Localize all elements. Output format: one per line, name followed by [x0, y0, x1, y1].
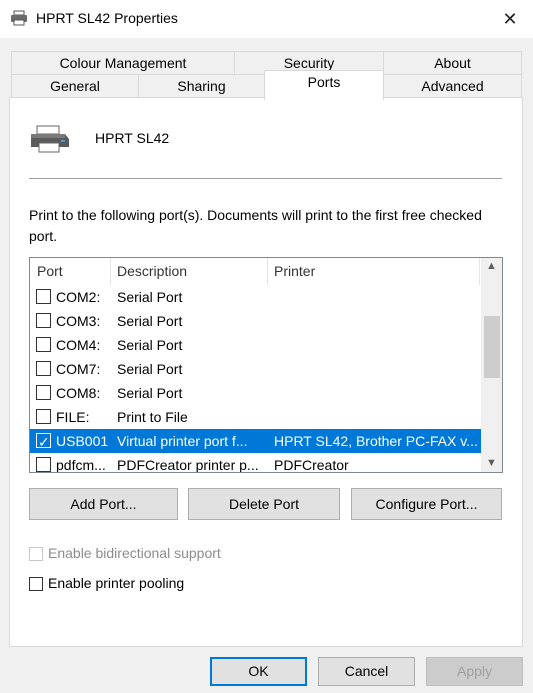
port-checkbox[interactable] [36, 337, 51, 352]
add-port-button[interactable]: Add Port... [29, 488, 178, 520]
close-icon: ✕ [502, 8, 518, 29]
column-header-port[interactable]: Port [37, 258, 63, 285]
ports-description: Print to the following port(s). Document… [29, 207, 482, 244]
port-name: COM2: [56, 289, 101, 305]
bidirectional-checkbox[interactable] [29, 547, 43, 561]
tab-strip: Colour Management Security About General… [0, 38, 533, 100]
close-button[interactable]: ✕ [487, 0, 533, 38]
bidirectional-support-option[interactable]: Enable bidirectional support [29, 545, 289, 563]
port-printer: PDFCreator [274, 457, 349, 473]
port-name: FILE: [56, 409, 90, 425]
scroll-up-arrow-icon[interactable]: ▲ [481, 258, 502, 275]
bidirectional-label: Enable bidirectional support [48, 545, 221, 561]
vertical-scrollbar[interactable]: ▲ ▼ [481, 258, 502, 472]
ports-listview[interactable]: Port Description Printer COM2: Serial Po… [29, 257, 503, 473]
pooling-checkbox[interactable] [29, 577, 43, 591]
port-row[interactable]: COM2: Serial Port [30, 285, 482, 309]
tab-advanced[interactable]: Advanced [383, 74, 522, 98]
tab-colour-management[interactable]: Colour Management [11, 51, 235, 75]
apply-button[interactable]: Apply [426, 657, 523, 686]
tab-general[interactable]: General [11, 74, 139, 98]
column-separator [267, 258, 268, 285]
port-name: USB001 [56, 433, 109, 449]
printer-icon [31, 125, 69, 153]
checkmark-icon: ✓ [38, 434, 50, 450]
port-checkbox[interactable] [36, 289, 51, 304]
port-description: Serial Port [117, 313, 183, 329]
port-row[interactable]: COM3: Serial Port [30, 309, 482, 333]
port-name: COM8: [56, 385, 101, 401]
port-description: Serial Port [117, 337, 183, 353]
column-separator [110, 258, 111, 285]
tab-ports[interactable]: Ports [264, 70, 384, 100]
delete-port-button[interactable]: Delete Port [188, 488, 340, 520]
port-printer: HPRT SL42, Brother PC-FAX v... [274, 433, 478, 449]
port-name: COM7: [56, 361, 101, 377]
port-description: PDFCreator printer p... [117, 457, 259, 473]
port-description: Serial Port [117, 289, 183, 305]
port-description: Print to File [117, 409, 188, 425]
tab-about[interactable]: About [383, 51, 522, 75]
pooling-label: Enable printer pooling [48, 575, 185, 591]
configure-port-button[interactable]: Configure Port... [351, 488, 502, 520]
list-header: Port Description Printer [30, 258, 482, 285]
port-row[interactable]: COM7: Serial Port [30, 357, 482, 381]
title-bar: HPRT SL42 Properties ✕ [0, 0, 533, 38]
column-separator [479, 258, 480, 285]
port-row[interactable]: COM8: Serial Port [30, 381, 482, 405]
port-checkbox[interactable] [36, 385, 51, 400]
column-header-printer[interactable]: Printer [274, 258, 315, 285]
window-title: HPRT SL42 Properties [36, 10, 178, 26]
port-row[interactable]: pdfcm... PDFCreator printer p... PDFCrea… [30, 453, 482, 473]
port-description: Serial Port [117, 385, 183, 401]
column-header-description[interactable]: Description [117, 258, 187, 285]
port-description: Serial Port [117, 361, 183, 377]
port-row[interactable]: COM4: Serial Port [30, 333, 482, 357]
port-checkbox[interactable]: ✓ [36, 433, 51, 450]
cancel-button[interactable]: Cancel [318, 657, 415, 686]
scroll-down-arrow-icon[interactable]: ▼ [481, 455, 502, 472]
port-row[interactable]: FILE: Print to File [30, 405, 482, 429]
printer-icon [11, 10, 27, 26]
port-checkbox[interactable] [36, 409, 51, 424]
port-name: COM4: [56, 337, 101, 353]
port-checkbox[interactable] [36, 361, 51, 376]
scrollbar-thumb[interactable] [484, 316, 500, 378]
printer-name: HPRT SL42 [95, 130, 170, 146]
port-row-selected[interactable]: ✓ USB001 Virtual printer port f... HPRT … [30, 429, 482, 453]
port-name: pdfcm... [56, 457, 106, 473]
port-description: Virtual printer port f... [117, 433, 248, 449]
port-checkbox[interactable] [36, 313, 51, 328]
printer-pooling-option[interactable]: Enable printer pooling [29, 575, 249, 593]
ok-button[interactable]: OK [210, 657, 307, 686]
divider [29, 178, 502, 179]
tab-sharing[interactable]: Sharing [138, 74, 265, 98]
port-checkbox[interactable] [36, 457, 51, 472]
port-name: COM3: [56, 313, 101, 329]
